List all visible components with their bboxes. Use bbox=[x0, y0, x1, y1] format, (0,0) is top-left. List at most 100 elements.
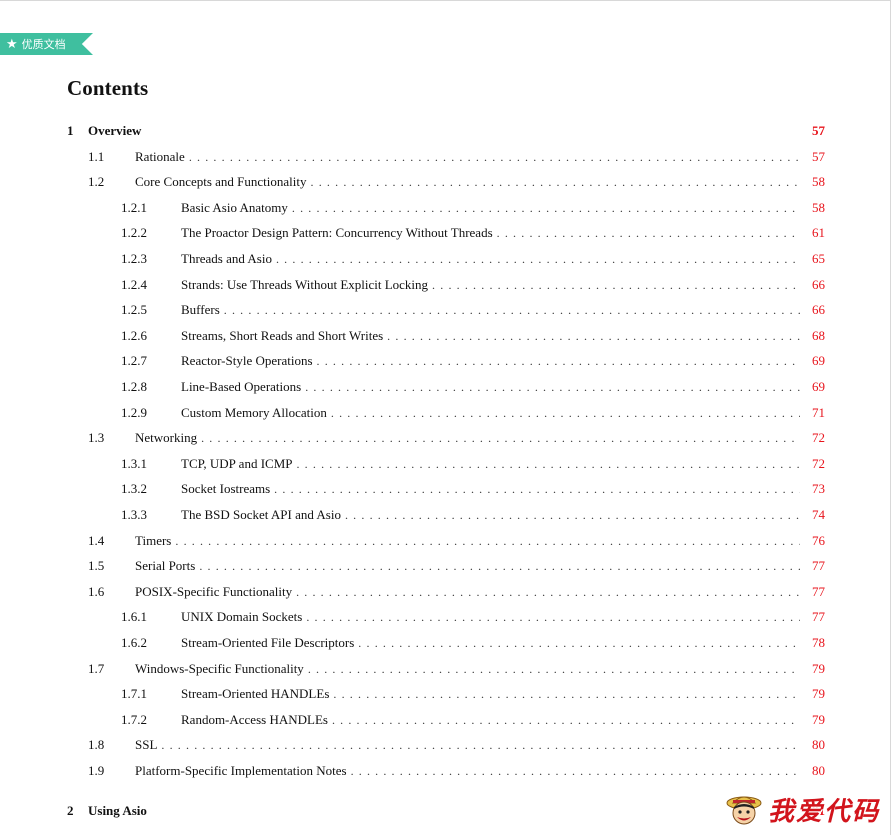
toc-page-link[interactable]: 58 bbox=[801, 172, 825, 192]
toc-page-link[interactable]: 65 bbox=[801, 249, 825, 269]
toc-page-link[interactable]: 76 bbox=[801, 531, 825, 551]
toc-subsection-row[interactable]: 1.2.4 Strands: Use Threads Without Explic… bbox=[0, 274, 892, 295]
toc-entry-title[interactable]: Buffers bbox=[181, 300, 224, 321]
toc-entry-title[interactable]: Socket Iostreams bbox=[181, 479, 275, 500]
toc-entry-title[interactable]: Random-Access HANDLEs bbox=[181, 709, 332, 730]
toc-subsection-row[interactable]: 1.6.2 Stream-Oriented File Descriptors...… bbox=[0, 633, 892, 653]
toc-page-link[interactable]: 66 bbox=[801, 300, 825, 320]
toc-subsection-row[interactable]: 1.7.1 Stream-Oriented HANDLEs............… bbox=[0, 684, 892, 705]
toc-section-row[interactable]: 1.3 Networking...........................… bbox=[0, 428, 892, 449]
toc-entry-title[interactable]: Stream-Oriented File Descriptors bbox=[181, 633, 359, 653]
toc-entry-title[interactable]: TCP, UDP and ICMP bbox=[181, 453, 297, 474]
toc-entry-title-wrap: Serial Ports............................… bbox=[135, 556, 800, 577]
toc-entry-title[interactable]: Overview bbox=[88, 121, 146, 141]
toc-entry-number: 1.2.8 bbox=[121, 379, 147, 394]
luffy-face-icon bbox=[726, 796, 762, 825]
toc-dot-leader: ........................................… bbox=[223, 303, 800, 318]
toc-page-link[interactable]: 77 bbox=[801, 607, 825, 627]
toc-page-link[interactable]: 66 bbox=[801, 275, 825, 295]
toc-entry-title-wrap: Streams, Short Reads and Short Writes...… bbox=[181, 325, 800, 346]
toc-chapter-row[interactable]: 1 Overview 57 bbox=[0, 121, 892, 141]
toc-entry-title[interactable]: The Proactor Design Pattern: Concurrency… bbox=[181, 223, 497, 244]
toc-page-link[interactable]: 57 bbox=[801, 121, 825, 141]
toc-dot-leader: ........................................… bbox=[296, 584, 800, 599]
toc-entry-number: 1.3 bbox=[88, 430, 105, 446]
toc-subsection-row[interactable]: 1.2.2 The Proactor Design Pattern: Concur… bbox=[0, 223, 892, 244]
toc-section-row[interactable]: 1.6 POSIX-Specific Functionality.........… bbox=[0, 581, 892, 602]
star-icon: ★ bbox=[6, 36, 18, 52]
toc-page-link[interactable]: 74 bbox=[801, 505, 825, 525]
toc-entry-title[interactable]: Serial Ports bbox=[135, 556, 200, 577]
toc-entry-title[interactable]: Custom Memory Allocation bbox=[181, 402, 331, 423]
toc-page-link[interactable]: 77 bbox=[801, 582, 825, 602]
toc-entry-title[interactable]: Windows-Specific Functionality bbox=[135, 658, 308, 679]
toc-page-link[interactable]: 79 bbox=[801, 710, 825, 730]
toc-subsection-row[interactable]: 1.2.7 Reactor-Style Operations...........… bbox=[0, 351, 892, 372]
toc-section-row[interactable]: 1.8 SSL..................................… bbox=[0, 735, 892, 756]
toc-entry-title-wrap: Buffers.................................… bbox=[181, 300, 800, 321]
toc-page-link[interactable]: 72 bbox=[801, 454, 825, 474]
toc-entry-title-wrap: Networking..............................… bbox=[135, 428, 800, 449]
toc-entry-title[interactable]: Basic Asio Anatomy bbox=[181, 197, 292, 218]
toc-page-link[interactable]: 57 bbox=[801, 147, 825, 167]
toc-entry-title[interactable]: Networking bbox=[135, 428, 202, 449]
toc-entry-title-wrap: Rationale...............................… bbox=[135, 146, 800, 167]
toc-subsection-row[interactable]: 1.2.9 Custom Memory Allocation...........… bbox=[0, 402, 892, 423]
toc-section-row[interactable]: 1.2 Core Concepts and Functionality......… bbox=[0, 172, 892, 193]
toc-section-row[interactable]: 1.5 Serial Ports.........................… bbox=[0, 556, 892, 577]
toc-page-link[interactable]: 61 bbox=[801, 223, 825, 243]
toc-entry-title[interactable]: Rationale bbox=[135, 146, 189, 167]
toc-entry-title-wrap: Random-Access HANDLEs...................… bbox=[181, 709, 800, 730]
toc-section-row[interactable]: 1.1 Rationale............................… bbox=[0, 146, 892, 167]
toc-entry-title[interactable]: Strands: Use Threads Without Explicit Lo… bbox=[181, 274, 433, 295]
toc-page-link[interactable]: 73 bbox=[801, 479, 825, 499]
toc-page-link[interactable]: 71 bbox=[801, 403, 825, 423]
toc-entry-title[interactable]: Streams, Short Reads and Short Writes bbox=[181, 325, 388, 346]
toc-entry-title[interactable]: Line-Based Operations bbox=[181, 377, 306, 397]
toc-page-link[interactable]: 69 bbox=[801, 351, 825, 371]
toc-subsection-row[interactable]: 1.2.8 Line-Based Operations..............… bbox=[0, 377, 892, 397]
toc-entry-title[interactable]: UNIX Domain Sockets bbox=[181, 607, 307, 628]
toc-entry-number: 1 bbox=[67, 123, 74, 138]
toc-page-link[interactable]: 79 bbox=[801, 659, 825, 679]
toc-subsection-row[interactable]: 1.3.2 Socket Iostreams...................… bbox=[0, 479, 892, 500]
toc-entry-title[interactable]: Platform-Specific Implementation Notes bbox=[135, 761, 351, 781]
toc-page-link[interactable]: 77 bbox=[801, 556, 825, 576]
toc-subsection-row[interactable]: 1.2.3 Threads and Asio...................… bbox=[0, 249, 892, 269]
toc-entry-title[interactable]: Stream-Oriented HANDLEs bbox=[181, 684, 334, 705]
toc-entry-title-wrap: Overview bbox=[88, 121, 800, 141]
toc-entry-title-wrap: Platform-Specific Implementation Notes..… bbox=[135, 761, 800, 781]
toc-subsection-row[interactable]: 1.3.1 TCP, UDP and ICMP..................… bbox=[0, 453, 892, 474]
toc-page-link[interactable]: 80 bbox=[801, 735, 825, 755]
toc-subsection-row[interactable]: 1.6.1 UNIX Domain Sockets................… bbox=[0, 607, 892, 628]
toc-entry-title[interactable]: Timers bbox=[135, 530, 176, 551]
toc-subsection-row[interactable]: 1.2.1 Basic Asio Anatomy.................… bbox=[0, 197, 892, 218]
watermark-text: 我爱代码 bbox=[767, 796, 880, 827]
toc-section-row[interactable]: 1.4 Timers...............................… bbox=[0, 530, 892, 551]
toc-entry-number: 1.7.2 bbox=[121, 711, 147, 727]
toc-subsection-row[interactable]: 1.2.5 Buffers............................… bbox=[0, 300, 892, 321]
toc-subsection-row[interactable]: 1.3.3 The BSD Socket API and Asio........… bbox=[0, 505, 892, 525]
toc-section-row[interactable]: 1.9 Platform-Specific Implementation Note… bbox=[0, 761, 892, 781]
toc-dot-leader: ........................................… bbox=[306, 610, 800, 625]
toc-entry-title[interactable]: POSIX-Specific Functionality bbox=[135, 581, 297, 602]
toc-entry-title[interactable]: Reactor-Style Operations bbox=[181, 351, 317, 372]
toc-subsection-row[interactable]: 1.2.6 Streams, Short Reads and Short Writ… bbox=[0, 325, 892, 346]
toc-dot-leader: ........................................… bbox=[188, 149, 800, 164]
toc-page-link[interactable]: 72 bbox=[801, 428, 825, 448]
toc-entry-title[interactable]: SSL bbox=[135, 735, 162, 756]
toc-page-link[interactable]: 79 bbox=[801, 684, 825, 704]
toc-page-link[interactable]: 68 bbox=[801, 326, 825, 346]
toc-entry-title[interactable]: Threads and Asio bbox=[181, 249, 276, 269]
toc-page-link[interactable]: 58 bbox=[801, 198, 825, 218]
toc-entry-title[interactable]: Core Concepts and Functionality bbox=[135, 172, 311, 193]
toc-entry-title[interactable]: Using Asio bbox=[88, 800, 151, 821]
toc-subsection-row[interactable]: 1.7.2 Random-Access HANDLEs..............… bbox=[0, 709, 892, 730]
toc-page-link[interactable]: 78 bbox=[801, 633, 825, 653]
toc-dot-leader: ........................................… bbox=[496, 226, 800, 241]
toc-section-row[interactable]: 1.7 Windows-Specific Functionality.......… bbox=[0, 658, 892, 679]
toc-page-link[interactable]: 69 bbox=[801, 377, 825, 397]
toc-entry-title-wrap: The BSD Socket API and Asio.............… bbox=[181, 505, 800, 525]
toc-page-link[interactable]: 80 bbox=[801, 761, 825, 781]
toc-entry-title[interactable]: The BSD Socket API and Asio bbox=[181, 505, 345, 525]
